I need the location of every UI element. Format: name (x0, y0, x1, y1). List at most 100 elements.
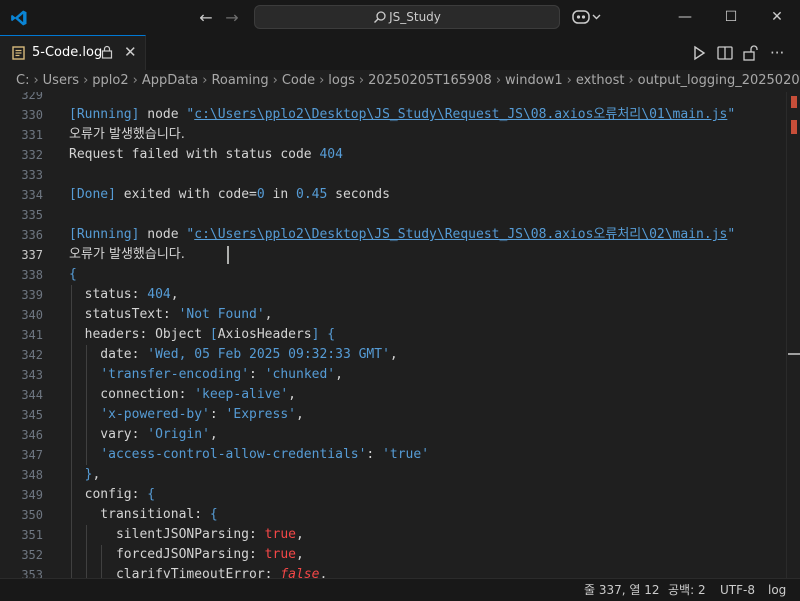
code-token[interactable]: c:\Users\pplo2\Desktop\JS_Study\Request_… (194, 227, 727, 242)
line-content: date: 'Wed, 05 Feb 2025 09:32:33 GMT', (69, 345, 397, 365)
breadcrumb: C: › Users › pplo2 › AppData › Roaming › Code › logs… (0, 70, 800, 92)
code-token: in (264, 187, 296, 202)
line-content: statusText: 'Not Found', (69, 305, 273, 325)
search-text: JS_Study (389, 10, 441, 24)
close-window-button[interactable]: ✕ (754, 0, 800, 35)
code-token: { (319, 327, 336, 342)
line-number: 340 (21, 308, 43, 322)
code-line: 345 'x-powered-by': 'Express', (0, 405, 800, 425)
unlock-icon[interactable] (741, 44, 759, 62)
more-actions-icon[interactable]: ··· (770, 44, 788, 62)
code-token: 'transfer-encoding' (100, 367, 250, 382)
breadcrumb-item[interactable]: Roaming (211, 73, 268, 88)
code-token: : (366, 447, 383, 462)
chevron-right-icon: › (132, 73, 138, 88)
copilot-icon[interactable] (572, 8, 602, 26)
code-line: 340 statusText: 'Not Found', (0, 305, 800, 325)
chevron-right-icon: › (202, 73, 208, 88)
command-center-search[interactable]: JS_Study (254, 5, 560, 29)
run-icon[interactable] (690, 44, 708, 62)
code-line: 353 clarifyTimeoutError: false, (0, 565, 800, 578)
code-line: 343 'transfer-encoding': 'chunked', (0, 365, 800, 385)
line-content: forcedJSONParsing: true, (69, 545, 304, 565)
breadcrumb-item[interactable]: exthost (576, 73, 625, 88)
breadcrumb-item[interactable]: Code (282, 73, 315, 88)
language-mode[interactable]: log (768, 579, 786, 601)
line-number: 345 (21, 408, 43, 422)
code-token: { (69, 267, 77, 282)
code-token: 'Origin' (147, 427, 210, 442)
breadcrumb-item[interactable]: pplo2 (92, 73, 128, 88)
code-token: 'Not Found' (178, 307, 265, 322)
breadcrumb-item[interactable]: output_logging_20250205T165913 (638, 73, 800, 88)
code-line: 334 [Done] exited with code=0 in 0.45 sec… (0, 185, 800, 205)
code-token: transitional: (69, 507, 210, 522)
line-number: 353 (21, 568, 43, 578)
line-content: config: { (69, 485, 155, 505)
log-file-icon (12, 46, 25, 60)
code-token: 'chunked' (264, 367, 336, 382)
code-token: { (209, 507, 218, 522)
minimize-button[interactable]: — (662, 0, 708, 35)
code-token: exited with code= (115, 187, 257, 202)
indentation[interactable]: 공백: 2 (668, 579, 706, 601)
encoding[interactable]: UTF-8 (720, 579, 755, 601)
chevron-right-icon: › (33, 73, 39, 88)
line-content: headers: Object [AxiosHeaders] { (69, 325, 335, 345)
line-number: 334 (21, 188, 43, 202)
line-content: 'x-powered-by': 'Express', (69, 405, 304, 425)
code-line: 330 [Running] node "c:\Users\pplo2\Deskto… (0, 105, 800, 125)
code-token: , (296, 407, 304, 422)
breadcrumb-item[interactable]: logs (328, 73, 355, 88)
code-token: silentJSONParsing: (69, 527, 265, 542)
code-token: true (264, 527, 296, 542)
code-token: 오류가 발생했습니다. (69, 127, 185, 142)
code-token: status: (69, 287, 148, 302)
code-token: clarifyTimeoutError: (69, 567, 281, 578)
line-number: 344 (21, 388, 43, 402)
line-number: 338 (21, 268, 43, 282)
code-token: 'Wed, 05 Feb 2025 09:32:33 GMT' (147, 347, 390, 362)
breadcrumb-item[interactable]: AppData (142, 73, 198, 88)
breadcrumb-item[interactable]: C: (16, 73, 29, 88)
lock-icon (101, 45, 113, 59)
line-content: status: 404, (69, 285, 179, 305)
code-token: 'Express' (225, 407, 296, 422)
code-token: node (139, 227, 187, 242)
maximize-button[interactable]: ☐ (708, 0, 754, 35)
code-token: headers: Object (69, 327, 210, 342)
code-line: 331 오류가 발생했습니다. (0, 125, 800, 145)
line-number: 332 (21, 148, 43, 162)
code-token: : (209, 407, 226, 422)
breadcrumb-item[interactable]: 20250205T165908 (368, 73, 492, 88)
line-number: 330 (21, 108, 43, 122)
line-content: [Done] exited with code=0 in 0.45 second… (69, 185, 390, 205)
line-content: [Running] node "c:\Users\pplo2\Desktop\J… (69, 105, 735, 125)
cursor-position[interactable]: 줄 337, 열 12 (584, 579, 660, 601)
code-token: [Running] (69, 227, 140, 242)
line-number: 331 (21, 128, 43, 142)
code-token[interactable]: c:\Users\pplo2\Desktop\JS_Study\Request_… (194, 107, 727, 122)
back-arrow-icon[interactable]: ← (196, 8, 216, 28)
code-token: 'x-powered-by' (100, 407, 210, 422)
line-number: 350 (21, 508, 43, 522)
forward-arrow-icon[interactable]: → (222, 8, 242, 28)
tab-close-icon[interactable]: ✕ (124, 43, 137, 61)
code-token: , (209, 427, 218, 442)
scrollbar-error-marker (791, 120, 797, 134)
vertical-scrollbar[interactable] (786, 92, 800, 578)
line-number: 347 (21, 448, 43, 462)
chevron-right-icon: › (495, 73, 502, 88)
code-line: 336 [Running] node "c:\Users\pplo2\Deskto… (0, 225, 800, 245)
chevron-right-icon: › (566, 73, 572, 88)
line-number: 335 (21, 208, 43, 222)
code-line: 337 오류가 발생했습니다. (0, 245, 800, 265)
split-editor-icon[interactable] (716, 44, 734, 62)
code-token: [Running] (69, 107, 140, 122)
status-bar: 줄 337, 열 12 공백: 2 UTF-8 log (0, 578, 800, 601)
tab-5-code-log[interactable]: 5-Code.log ✕ (0, 35, 146, 70)
breadcrumb-item[interactable]: Users (43, 73, 79, 88)
breadcrumb-item[interactable]: window1 (505, 73, 563, 88)
code-line: 347 'access-control-allow-credentials': … (0, 445, 800, 465)
editor[interactable]: 329 330 [Running] node "c:\Users\pplo2\Des… (0, 92, 800, 578)
